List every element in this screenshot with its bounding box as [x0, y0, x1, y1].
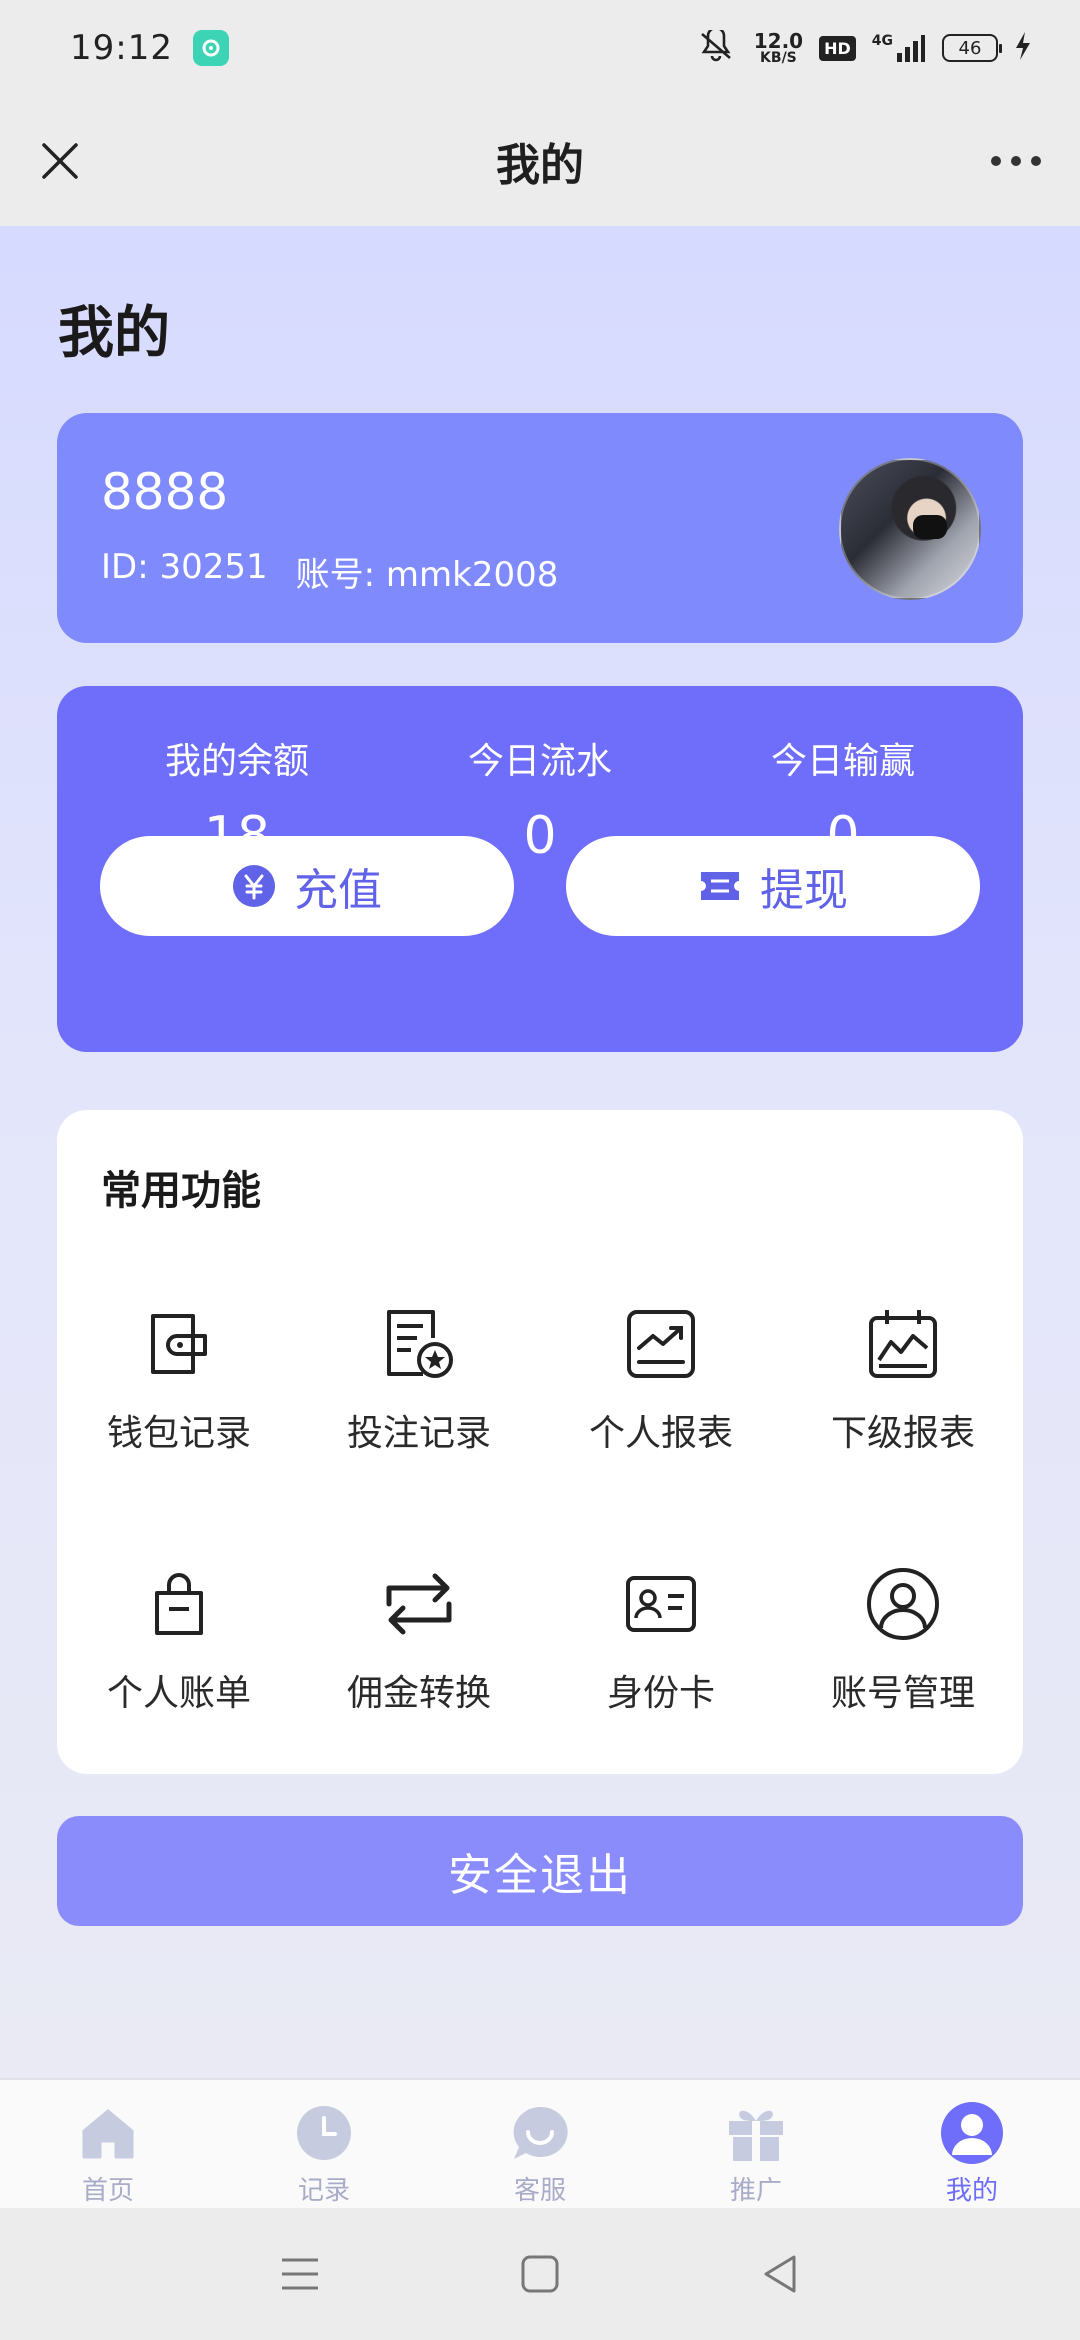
recharge-label: 充值: [294, 865, 382, 916]
func-personal-report[interactable]: 个人报表: [541, 1306, 781, 1456]
func-bet-record[interactable]: 投注记录: [299, 1306, 539, 1456]
mute-icon: [694, 26, 738, 66]
personal-report-icon: [621, 1306, 701, 1382]
user-account: 账号: mmk2008: [295, 555, 559, 595]
withdraw-button[interactable]: 提现: [566, 836, 980, 936]
user-id-line: ID: 30251 账号: mmk2008: [101, 547, 558, 596]
bag-icon: [139, 1566, 219, 1642]
home-square-icon[interactable]: [515, 2249, 565, 2299]
func-id-card[interactable]: 身份卡: [541, 1566, 781, 1716]
wallet-icon: [139, 1306, 219, 1382]
stat-label: 今日输赢: [770, 741, 915, 782]
user-id: ID: 30251: [101, 547, 268, 587]
main-content: 我的 8888 ID: 30251 账号: mmk2008 我的余额 18 今日…: [0, 226, 1080, 2078]
signal-icon: 4G: [872, 33, 926, 63]
logout-button[interactable]: 安全退出: [57, 1816, 1023, 1926]
hd-badge: HD: [819, 35, 856, 61]
recharge-button[interactable]: 充值: [100, 836, 514, 936]
stat-label: 今日流水: [467, 741, 612, 782]
ticket-icon: [698, 864, 742, 908]
network-speed: 12.0 KB/S: [753, 29, 804, 66]
status-bar: 19:12 12.0 KB/S HD 4G 46: [0, 0, 1080, 96]
charging-icon: [1014, 31, 1032, 65]
balance-card: 我的余额 18 今日流水 0 今日输赢 0 充值 提现: [57, 686, 1023, 1052]
close-icon[interactable]: [30, 131, 90, 191]
gift-icon: [723, 2100, 789, 2166]
home-icon: [75, 2100, 141, 2166]
more-options-icon[interactable]: [976, 131, 1056, 191]
status-icons: 12.0 KB/S HD 4G 46: [694, 26, 1032, 66]
page-title: 我的: [496, 140, 584, 191]
subordinate-report-icon: [863, 1306, 943, 1382]
profile-card[interactable]: 8888 ID: 30251 账号: mmk2008: [57, 413, 1023, 643]
yuan-icon: [232, 864, 276, 908]
func-account-management[interactable]: 账号管理: [783, 1566, 1023, 1716]
app-notification-icon: [192, 30, 229, 66]
menu-icon[interactable]: [275, 2249, 325, 2299]
stat-label: 我的余额: [164, 741, 309, 782]
tab-home[interactable]: 首页: [0, 2080, 216, 2208]
status-time: 19:12: [70, 28, 173, 68]
id-card-icon: [621, 1566, 701, 1642]
func-commission-exchange[interactable]: 佣金转换: [299, 1566, 539, 1716]
func-wallet-record[interactable]: 钱包记录: [59, 1306, 299, 1456]
page-heading: 我的: [58, 301, 170, 366]
user-nickname: 8888: [101, 463, 229, 521]
tab-mine[interactable]: 我的: [864, 2080, 1080, 2208]
back-icon[interactable]: [755, 2249, 805, 2299]
func-personal-bill[interactable]: 个人账单: [59, 1566, 299, 1716]
exchange-icon: [379, 1566, 459, 1642]
bet-record-icon: [379, 1306, 459, 1382]
chat-icon: [507, 2100, 573, 2166]
user-circle-icon: [863, 1566, 943, 1642]
tab-customer-service[interactable]: 客服: [432, 2080, 648, 2208]
clock-icon: [291, 2100, 357, 2166]
func-subordinate-report[interactable]: 下级报表: [783, 1306, 1023, 1456]
user-icon: [939, 2100, 1005, 2166]
functions-title: 常用功能: [101, 1168, 261, 1214]
withdraw-label: 提现: [760, 865, 848, 916]
tab-records[interactable]: 记录: [216, 2080, 432, 2208]
battery-indicator: 46: [942, 34, 1002, 62]
functions-card: 常用功能 钱包记录 投注记录 个人报表 下级报表 个人账单 佣金转换 身份卡 账…: [57, 1110, 1023, 1774]
system-navigation-bar: [0, 2208, 1080, 2340]
tab-promotion[interactable]: 推广: [648, 2080, 864, 2208]
bottom-tab-bar: 首页 记录 客服 推广 我的: [0, 2078, 1080, 2208]
avatar[interactable]: [839, 458, 981, 600]
title-bar: 我的: [0, 96, 1080, 226]
